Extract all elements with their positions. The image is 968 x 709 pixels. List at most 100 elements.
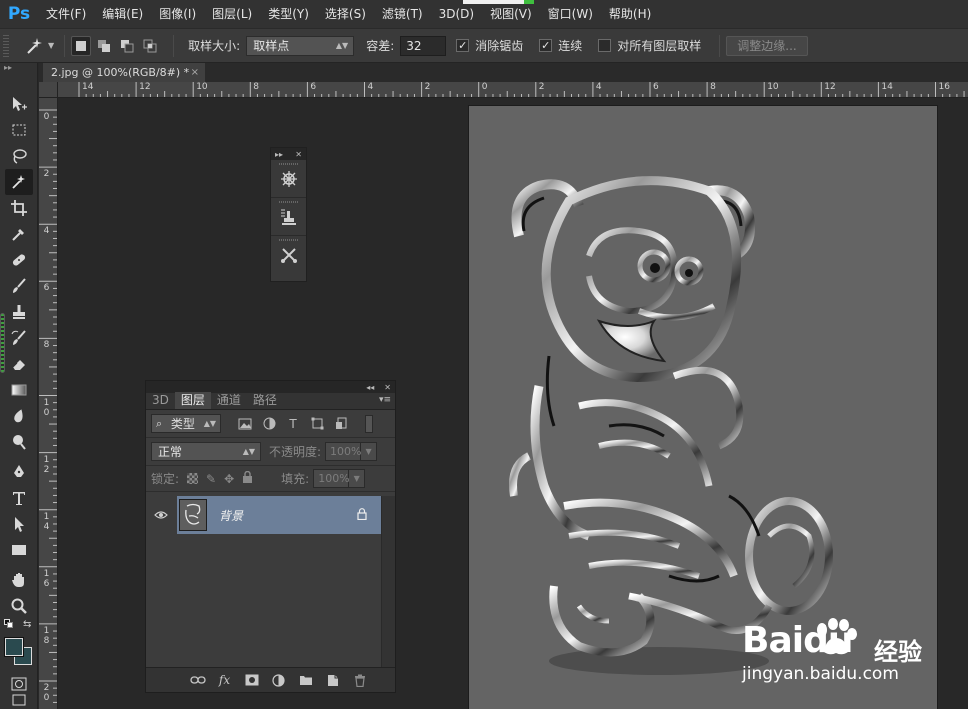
link-layers-button[interactable] <box>184 670 211 690</box>
blend-mode-select[interactable]: 正常 ▲▼ <box>151 442 261 461</box>
foreground-color-swatch[interactable] <box>5 638 23 656</box>
add-selection-button[interactable] <box>94 36 114 56</box>
default-colors-icon[interactable] <box>4 619 14 629</box>
navigator-panel-button[interactable] <box>271 160 306 198</box>
floating-panel-header[interactable]: ▸▸ ✕ <box>271 148 306 160</box>
menu-file[interactable]: 文件(F) <box>38 0 94 28</box>
healing-brush-tool[interactable] <box>5 247 33 273</box>
shape-tool[interactable] <box>5 537 33 563</box>
ruler-label: 1 4 <box>43 511 50 532</box>
filter-adjustment-icon[interactable] <box>261 416 277 432</box>
gradient-tool[interactable] <box>5 377 33 403</box>
quick-mask-icon <box>11 677 27 691</box>
tab-layers[interactable]: 图层 <box>174 392 211 409</box>
layer-visibility-toggle[interactable] <box>146 496 176 534</box>
swap-colors-icon[interactable]: ⇆ <box>23 619 31 630</box>
clone-stamp-tool[interactable] <box>5 299 33 325</box>
magic-wand-tool[interactable] <box>5 169 33 195</box>
horizontal-ruler[interactable]: 14 12 10 8 6 4 2 0 2 4 6 8 10 12 14 16 <box>58 82 968 98</box>
lock-paint-brush-icon[interactable]: ✎ <box>206 472 216 486</box>
close-icon[interactable]: ✕ <box>384 383 391 392</box>
vertical-ruler[interactable]: 0 2 4 6 8 1 0 1 2 1 4 1 6 1 8 2 0 <box>39 98 58 709</box>
add-mask-button[interactable] <box>238 670 265 690</box>
type-tool[interactable] <box>5 485 33 511</box>
ruler-origin[interactable] <box>39 82 58 98</box>
sample-all-layers-checkbox[interactable]: 对所有图层取样 <box>598 37 707 54</box>
rectangle-shape-icon <box>12 545 26 555</box>
lock-transparent-icon[interactable] <box>187 473 199 484</box>
subtract-selection-button[interactable] <box>117 36 137 56</box>
layer-row[interactable]: 背景 <box>146 496 381 534</box>
layer-style-button[interactable]: fx <box>211 670 238 690</box>
layer-filter-select[interactable]: ⌕ 类型 ▲▼ <box>151 414 221 433</box>
filter-pixel-icon[interactable] <box>237 416 253 432</box>
new-adjustment-layer-button[interactable] <box>265 670 292 690</box>
opacity-dropdown-icon[interactable]: ▼ <box>361 442 378 461</box>
tools-panel-collapse[interactable]: ▸▸ <box>0 63 37 73</box>
menu-image[interactable]: 图像(I) <box>151 0 204 28</box>
intersect-selection-button[interactable] <box>140 36 160 56</box>
lock-move-icon[interactable]: ✥ <box>224 472 234 486</box>
menu-select[interactable]: 选择(S) <box>317 0 374 28</box>
document-tab[interactable]: 2.jpg @ 100%(RGB/8#) * × <box>43 63 205 82</box>
contiguous-checkbox[interactable]: ✓ 连续 <box>539 37 588 54</box>
options-bar-grip[interactable] <box>3 34 9 57</box>
new-group-button[interactable] <box>292 670 319 690</box>
tab-channels[interactable]: 通道 <box>211 392 247 409</box>
menu-3d[interactable]: 3D(D) <box>431 0 482 28</box>
menu-help[interactable]: 帮助(H) <box>601 0 659 28</box>
menu-filter[interactable]: 滤镜(T) <box>374 0 431 28</box>
lasso-tool[interactable] <box>5 143 33 169</box>
brush-tool[interactable] <box>5 273 33 299</box>
opacity-input[interactable]: 100% <box>325 442 362 461</box>
blur-tool[interactable] <box>5 403 33 429</box>
marquee-tool[interactable] <box>5 117 33 143</box>
filter-shape-icon[interactable] <box>309 416 325 432</box>
tab-3d[interactable]: 3D <box>146 392 175 409</box>
screen-mode-button[interactable] <box>5 693 33 709</box>
new-selection-button[interactable] <box>71 35 92 56</box>
eraser-tool[interactable] <box>5 351 33 377</box>
tool-preset-picker[interactable]: ▼ <box>23 35 54 57</box>
antialias-checkbox[interactable]: ✓ 消除锯齿 <box>456 37 529 54</box>
clone-source-panel-button[interactable] <box>271 198 306 236</box>
filter-type-icon[interactable]: T <box>285 416 301 432</box>
dodge-tool[interactable] <box>5 429 33 455</box>
close-icon[interactable]: ✕ <box>295 150 302 159</box>
fill-input[interactable]: 100% <box>313 469 350 488</box>
new-layer-button[interactable] <box>319 670 346 690</box>
hand-tool[interactable] <box>5 567 33 593</box>
pen-tool[interactable] <box>5 459 33 485</box>
tolerance-input[interactable]: 32 <box>400 35 447 56</box>
menu-layer[interactable]: 图层(L) <box>204 0 260 28</box>
lock-all-icon[interactable] <box>242 470 253 486</box>
close-icon[interactable]: × <box>191 63 199 82</box>
filter-toggle-switch[interactable] <box>365 414 373 433</box>
layer-thumbnail[interactable] <box>179 499 207 531</box>
sample-size-select[interactable]: 取样点 ▲▼ <box>246 35 355 56</box>
zoom-tool[interactable] <box>5 593 33 619</box>
eyedropper-tool[interactable] <box>5 221 33 247</box>
filter-smart-object-icon[interactable] <box>333 416 349 432</box>
layer-name[interactable]: 背景 <box>219 507 243 524</box>
menu-edit[interactable]: 编辑(E) <box>94 0 151 28</box>
collapse-panel-icon[interactable]: ◂◂ <box>366 383 374 392</box>
menu-view[interactable]: 视图(V) <box>482 0 540 28</box>
delete-layer-button[interactable] <box>346 670 373 690</box>
paw-icon-svg <box>817 618 857 655</box>
fill-dropdown-icon[interactable]: ▼ <box>349 469 366 488</box>
crop-tool[interactable] <box>5 195 33 221</box>
refine-edge-button[interactable]: 调整边缘... <box>726 35 808 56</box>
move-tool[interactable] <box>5 91 33 117</box>
layer-list-scrollbar[interactable] <box>381 496 395 668</box>
menu-type[interactable]: 类型(Y) <box>260 0 317 28</box>
tool-presets-panel-button[interactable] <box>271 236 306 274</box>
tab-paths[interactable]: 路径 <box>247 392 283 409</box>
mask-icon <box>245 674 258 686</box>
expand-panel-icon[interactable]: ▸▸ <box>275 150 283 159</box>
layer-body[interactable]: 背景 <box>177 496 381 534</box>
panel-menu-icon[interactable]: ▾≡ <box>379 395 391 405</box>
path-selection-tool[interactable] <box>5 511 33 537</box>
menu-window[interactable]: 窗口(W) <box>540 0 601 28</box>
history-brush-tool[interactable] <box>5 325 33 351</box>
